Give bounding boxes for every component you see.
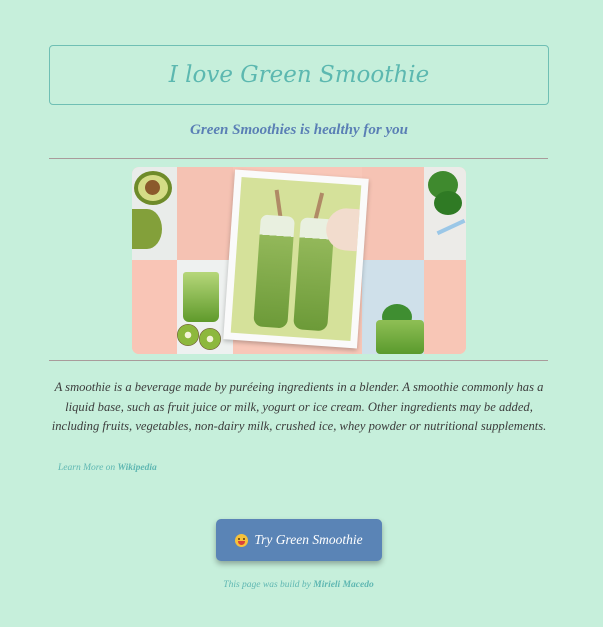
pink-tile: [424, 260, 466, 354]
author-link[interactable]: Mirieli Macedo: [313, 580, 373, 590]
avocado-photo: [132, 167, 177, 260]
wikipedia-link[interactable]: Wikipedia: [118, 463, 157, 473]
smoothie-description: A smoothie is a beverage made by puréein…: [51, 380, 547, 433]
smoothie-jars-polaroid: [223, 169, 369, 349]
learn-more-prefix: Learn More on: [58, 463, 116, 473]
try-green-smoothie-button[interactable]: Try Green Smoothie: [216, 519, 382, 561]
pink-tile: [362, 167, 424, 260]
page-title: I love Green Smoothie: [168, 62, 430, 88]
pink-tile: [132, 260, 177, 354]
smoothie-collage-image: [132, 167, 466, 354]
page-subtitle: Green Smoothies is healthy for you: [190, 122, 408, 138]
kale-photo: [424, 167, 466, 260]
parsley-smoothie-photo: [362, 260, 424, 354]
footer-credit: This page was build by Mirieli Macedo: [0, 580, 597, 590]
grinning-face-emoji-icon: [235, 533, 249, 547]
divider-top: [49, 158, 548, 159]
cta-label: Try Green Smoothie: [254, 532, 363, 547]
title-box: I love Green Smoothie: [49, 45, 549, 105]
learn-more: Learn More on Wikipedia: [58, 463, 157, 473]
divider-bottom: [49, 360, 548, 361]
footer-prefix: This page was build by: [223, 580, 311, 590]
pink-tile: [177, 167, 233, 260]
